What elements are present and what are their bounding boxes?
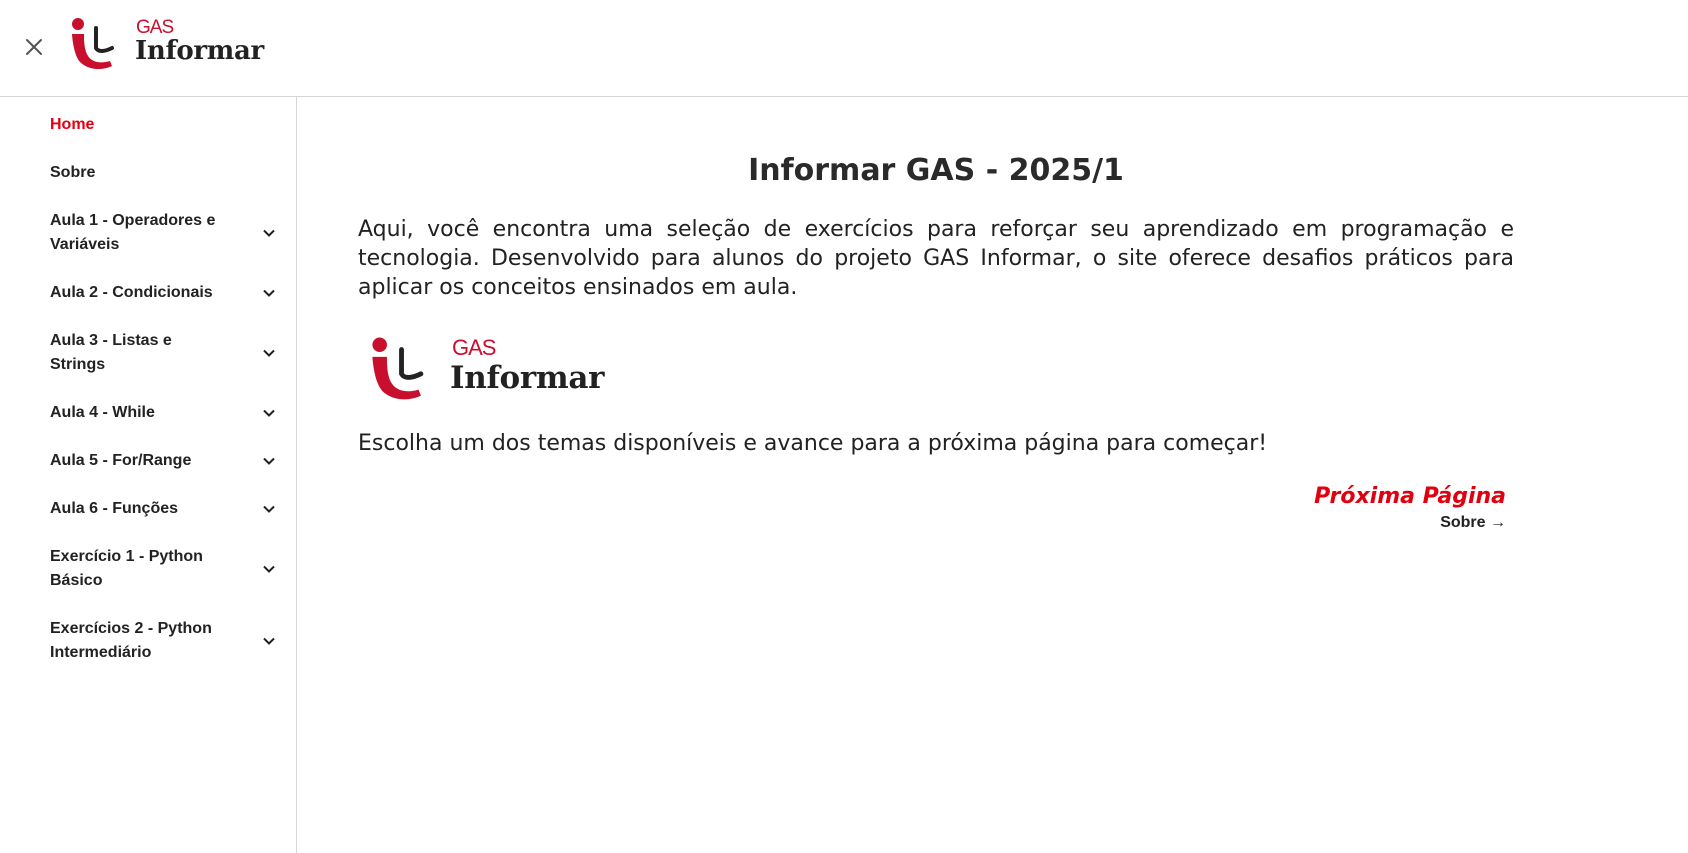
page-title: Informar GAS - 2025/1 bbox=[748, 153, 1124, 188]
sidebar-item-label: Aula 3 - Listas e Strings bbox=[50, 332, 172, 373]
chevron-down-icon[interactable] bbox=[262, 634, 276, 648]
sidebar-item-aula-2[interactable]: Aula 2 - Condicionais bbox=[50, 281, 290, 305]
next-page-title[interactable]: Próxima Página bbox=[1198, 482, 1506, 512]
content-logo: GAS Informar bbox=[370, 334, 630, 404]
close-icon[interactable] bbox=[20, 33, 48, 61]
next-page-subtitle[interactable]: Sobre → bbox=[1198, 512, 1506, 534]
logo-mark-icon bbox=[372, 337, 424, 400]
sidebar-item-label: Aula 5 - For/Range bbox=[50, 452, 192, 469]
chevron-down-icon[interactable] bbox=[262, 502, 276, 516]
sidebar-item-aula-6[interactable]: Aula 6 - Funções bbox=[50, 497, 290, 521]
sidebar-item-label: Aula 4 - While bbox=[50, 404, 155, 421]
sidebar-item-aula-5[interactable]: Aula 5 - For/Range bbox=[50, 449, 290, 473]
sidebar-item-aula-3[interactable]: Aula 3 - Listas e Strings bbox=[50, 329, 290, 377]
site-logo[interactable]: GAS Informar bbox=[70, 16, 270, 72]
logo-mark-icon bbox=[72, 18, 114, 70]
chevron-down-icon[interactable] bbox=[262, 226, 276, 240]
sidebar-item-label: Aula 2 - Condicionais bbox=[50, 284, 213, 301]
sidebar-item-label: Aula 6 - Funções bbox=[50, 500, 179, 517]
intro-paragraph: Aqui, você encontra uma seleção de exerc… bbox=[358, 217, 1514, 300]
sidebar-item-sobre[interactable]: Sobre bbox=[50, 161, 290, 185]
next-page-link[interactable]: Próxima Página Sobre → bbox=[1198, 482, 1506, 534]
sidebar-item-aula-4[interactable]: Aula 4 - While bbox=[50, 401, 290, 425]
chevron-down-icon[interactable] bbox=[262, 454, 276, 468]
cta-text: Escolha um dos temas disponíveis e avanc… bbox=[358, 431, 1268, 456]
sidebar-item-label: Aula 1 - Operadores e Variáveis bbox=[50, 212, 216, 253]
top-bar: GAS Informar bbox=[0, 0, 1688, 97]
main-content: Informar GAS - 2025/1 Aqui, você encontr… bbox=[298, 97, 1688, 853]
sidebar-item-label: Sobre bbox=[50, 164, 96, 181]
chevron-down-icon[interactable] bbox=[262, 286, 276, 300]
chevron-down-icon[interactable] bbox=[262, 406, 276, 420]
sidebar-item-exercicio-1[interactable]: Exercício 1 - Python Básico bbox=[50, 545, 290, 593]
logo-small-text: GAS bbox=[452, 335, 496, 360]
chevron-down-icon[interactable] bbox=[262, 562, 276, 576]
logo-big-text: Informar bbox=[135, 36, 264, 66]
sidebar-item-label: Home bbox=[50, 116, 95, 133]
sidebar-item-label: Exercícios 2 - Python Intermediário bbox=[50, 620, 212, 661]
logo-big-text: Informar bbox=[450, 360, 605, 396]
sidebar-item-home[interactable]: Home bbox=[50, 113, 290, 137]
sidebar: Home Sobre Aula 1 - Operadores e Variáve… bbox=[0, 97, 297, 853]
sidebar-item-exercicios-2[interactable]: Exercícios 2 - Python Intermediário bbox=[50, 617, 290, 665]
chevron-down-icon[interactable] bbox=[262, 346, 276, 360]
sidebar-item-label: Exercício 1 - Python Básico bbox=[50, 548, 203, 589]
sidebar-item-aula-1[interactable]: Aula 1 - Operadores e Variáveis bbox=[50, 209, 290, 257]
